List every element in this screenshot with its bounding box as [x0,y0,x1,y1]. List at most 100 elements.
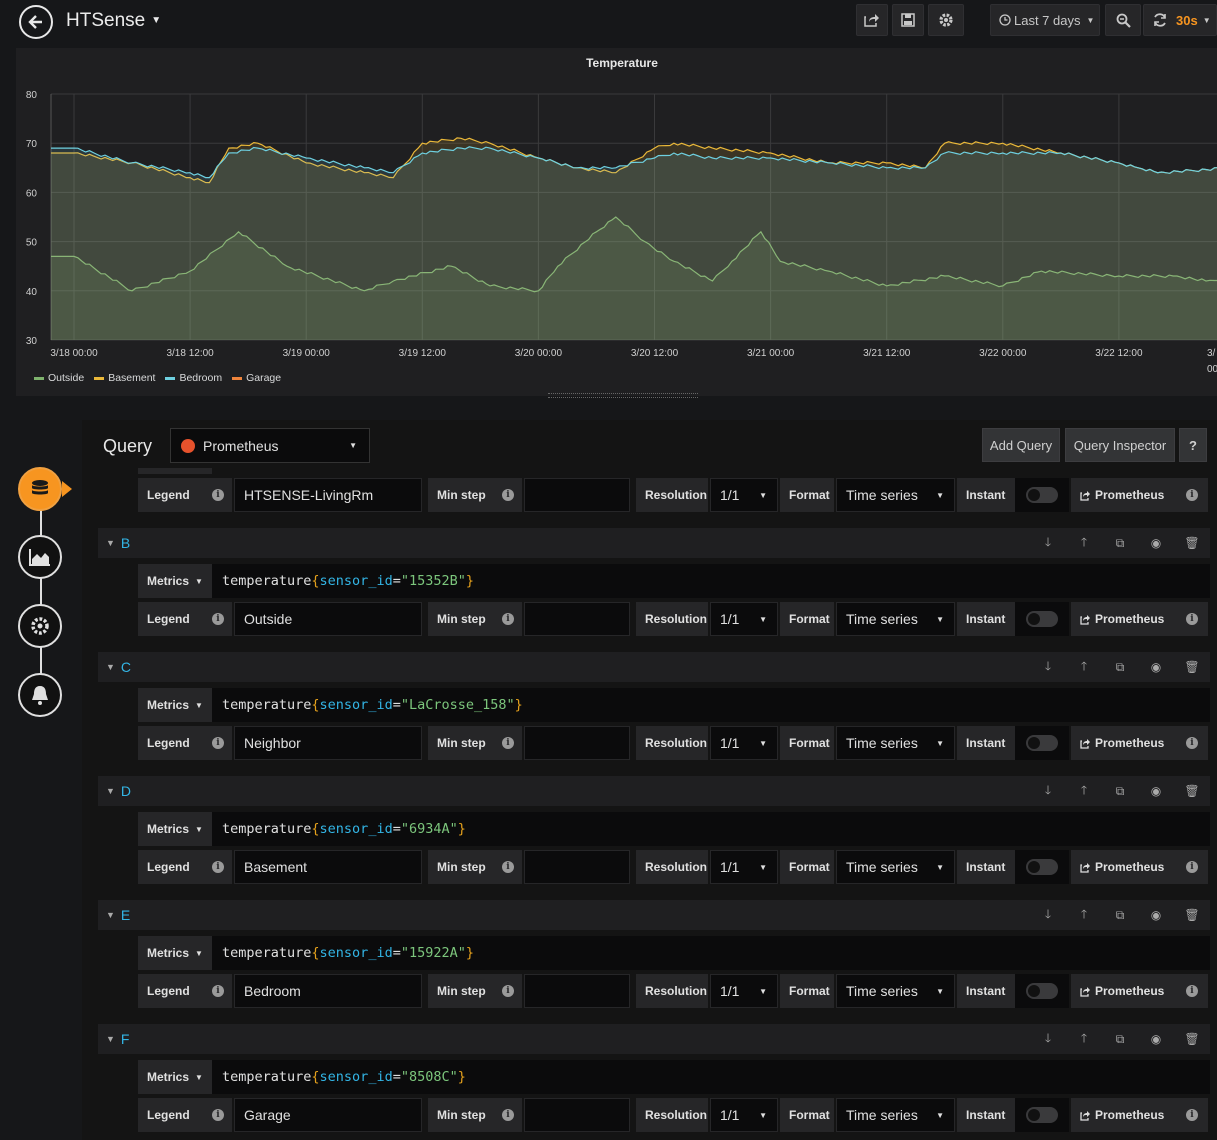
legend-input[interactable]: Basement [234,850,422,884]
legend-input[interactable]: Bedroom [234,974,422,1008]
info-icon[interactable]: i [212,613,224,625]
metrics-select[interactable]: Metrics ▼ [138,564,212,598]
resolution-select[interactable]: 1/1 ▼ [710,1098,778,1132]
move-down-icon[interactable]: 🡓 [1030,781,1066,802]
query-expression-input[interactable]: temperature{sensor_id="8508C"} [212,1069,466,1085]
duplicate-icon[interactable]: ⧉ [1102,908,1138,923]
caret-down-icon[interactable]: ▼ [106,538,115,548]
trash-icon[interactable]: 🗑 [1174,908,1210,922]
query-expression-input[interactable]: temperature{sensor_id="15922A"} [212,945,474,961]
duplicate-icon[interactable]: ⧉ [1102,784,1138,799]
move-up-icon[interactable]: 🡑 [1066,657,1102,678]
min-step-input[interactable] [524,478,630,512]
resolution-select[interactable]: 1/1 ▼ [710,850,778,884]
info-icon[interactable]: i [212,737,224,749]
info-icon[interactable]: i [1186,861,1198,873]
info-icon[interactable]: i [1186,985,1198,997]
duplicate-icon[interactable]: ⧉ [1102,660,1138,675]
metrics-select[interactable]: Metrics ▼ [138,812,212,846]
min-step-input[interactable] [524,602,630,636]
duplicate-icon[interactable]: ⧉ [1102,1032,1138,1047]
trash-icon[interactable]: 🗑 [1174,536,1210,550]
resolution-select[interactable]: 1/1 ▼ [710,602,778,636]
panel-resize-handle[interactable] [548,393,698,398]
info-icon[interactable]: i [212,985,224,997]
info-icon[interactable]: i [502,861,514,873]
move-down-icon[interactable]: 🡓 [1030,1029,1066,1050]
legend-input[interactable]: Neighbor [234,726,422,760]
query-header[interactable]: ▼ C 🡓 🡑 ⧉ ◉ 🗑 [98,652,1210,682]
caret-down-icon[interactable]: ▼ [106,1034,115,1044]
info-icon[interactable]: i [1186,737,1198,749]
format-select[interactable]: Time series ▼ [836,478,955,512]
move-up-icon[interactable]: 🡑 [1066,905,1102,926]
eye-icon[interactable]: ◉ [1138,908,1174,922]
min-step-input[interactable] [524,726,630,760]
legend-input[interactable]: Outside [234,602,422,636]
eye-icon[interactable]: ◉ [1138,536,1174,550]
info-icon[interactable]: i [212,1109,224,1121]
resolution-select[interactable]: 1/1 ▼ [710,478,778,512]
query-header[interactable]: ▼ E 🡓 🡑 ⧉ ◉ 🗑 [98,900,1210,930]
visualization-nav-button[interactable] [18,535,62,579]
legend-input[interactable]: HTSENSE-LivingRm [234,478,422,512]
metrics-select[interactable]: Metrics ▼ [138,936,212,970]
query-expression-input[interactable]: temperature{sensor_id="15352B"} [212,573,474,589]
instant-toggle[interactable] [1026,611,1058,627]
prometheus-link[interactable]: Prometheus i [1071,1098,1208,1132]
duplicate-icon[interactable]: ⧉ [1102,536,1138,551]
info-icon[interactable]: i [1186,613,1198,625]
query-header[interactable]: ▼ F 🡓 🡑 ⧉ ◉ 🗑 [98,1024,1210,1054]
move-up-icon[interactable]: 🡑 [1066,1029,1102,1050]
format-select[interactable]: Time series ▼ [836,1098,955,1132]
format-select[interactable]: Time series ▼ [836,726,955,760]
info-icon[interactable]: i [1186,489,1198,501]
legend-item[interactable]: Outside [34,372,84,384]
move-up-icon[interactable]: 🡑 [1066,533,1102,554]
metrics-select[interactable]: Metrics ▼ [138,1060,212,1094]
info-icon[interactable]: i [212,489,224,501]
prometheus-link[interactable]: Prometheus i [1071,478,1208,512]
info-icon[interactable]: i [502,489,514,501]
legend-item[interactable]: Bedroom [165,372,222,384]
query-header[interactable]: ▼ D 🡓 🡑 ⧉ ◉ 🗑 [98,776,1210,806]
query-inspector-button[interactable]: Query Inspector [1065,428,1175,462]
eye-icon[interactable]: ◉ [1138,1032,1174,1046]
move-down-icon[interactable]: 🡓 [1030,905,1066,926]
instant-toggle[interactable] [1026,859,1058,875]
eye-icon[interactable]: ◉ [1138,784,1174,798]
prometheus-link[interactable]: Prometheus i [1071,726,1208,760]
resolution-select[interactable]: 1/1 ▼ [710,726,778,760]
legend-input[interactable]: Garage [234,1098,422,1132]
caret-down-icon[interactable]: ▼ [106,786,115,796]
min-step-input[interactable] [524,1098,630,1132]
format-select[interactable]: Time series ▼ [836,602,955,636]
prometheus-link[interactable]: Prometheus i [1071,602,1208,636]
move-down-icon[interactable]: 🡓 [1030,657,1066,678]
trash-icon[interactable]: 🗑 [1174,660,1210,674]
query-expression-input[interactable]: temperature{sensor_id="LaCrosse_158"} [212,697,523,713]
prometheus-link[interactable]: Prometheus i [1071,850,1208,884]
queries-nav-button[interactable] [18,467,62,511]
info-icon[interactable]: i [502,1109,514,1121]
caret-down-icon[interactable]: ▼ [106,662,115,672]
instant-toggle[interactable] [1026,983,1058,999]
query-expression-input[interactable]: temperature{sensor_id="6934A"} [212,821,466,837]
add-query-button[interactable]: Add Query [982,428,1060,462]
legend-item[interactable]: Basement [94,372,155,384]
instant-toggle[interactable] [1026,1107,1058,1123]
info-icon[interactable]: i [502,613,514,625]
instant-toggle[interactable] [1026,735,1058,751]
move-down-icon[interactable]: 🡓 [1030,533,1066,554]
resolution-select[interactable]: 1/1 ▼ [710,974,778,1008]
move-up-icon[interactable]: 🡑 [1066,781,1102,802]
prometheus-link[interactable]: Prometheus i [1071,974,1208,1008]
instant-toggle[interactable] [1026,487,1058,503]
format-select[interactable]: Time series ▼ [836,850,955,884]
alert-nav-button[interactable] [18,673,62,717]
eye-icon[interactable]: ◉ [1138,660,1174,674]
min-step-input[interactable] [524,850,630,884]
trash-icon[interactable]: 🗑 [1174,784,1210,798]
query-header[interactable]: ▼ B 🡓 🡑 ⧉ ◉ 🗑 [98,528,1210,558]
info-icon[interactable]: i [502,985,514,997]
